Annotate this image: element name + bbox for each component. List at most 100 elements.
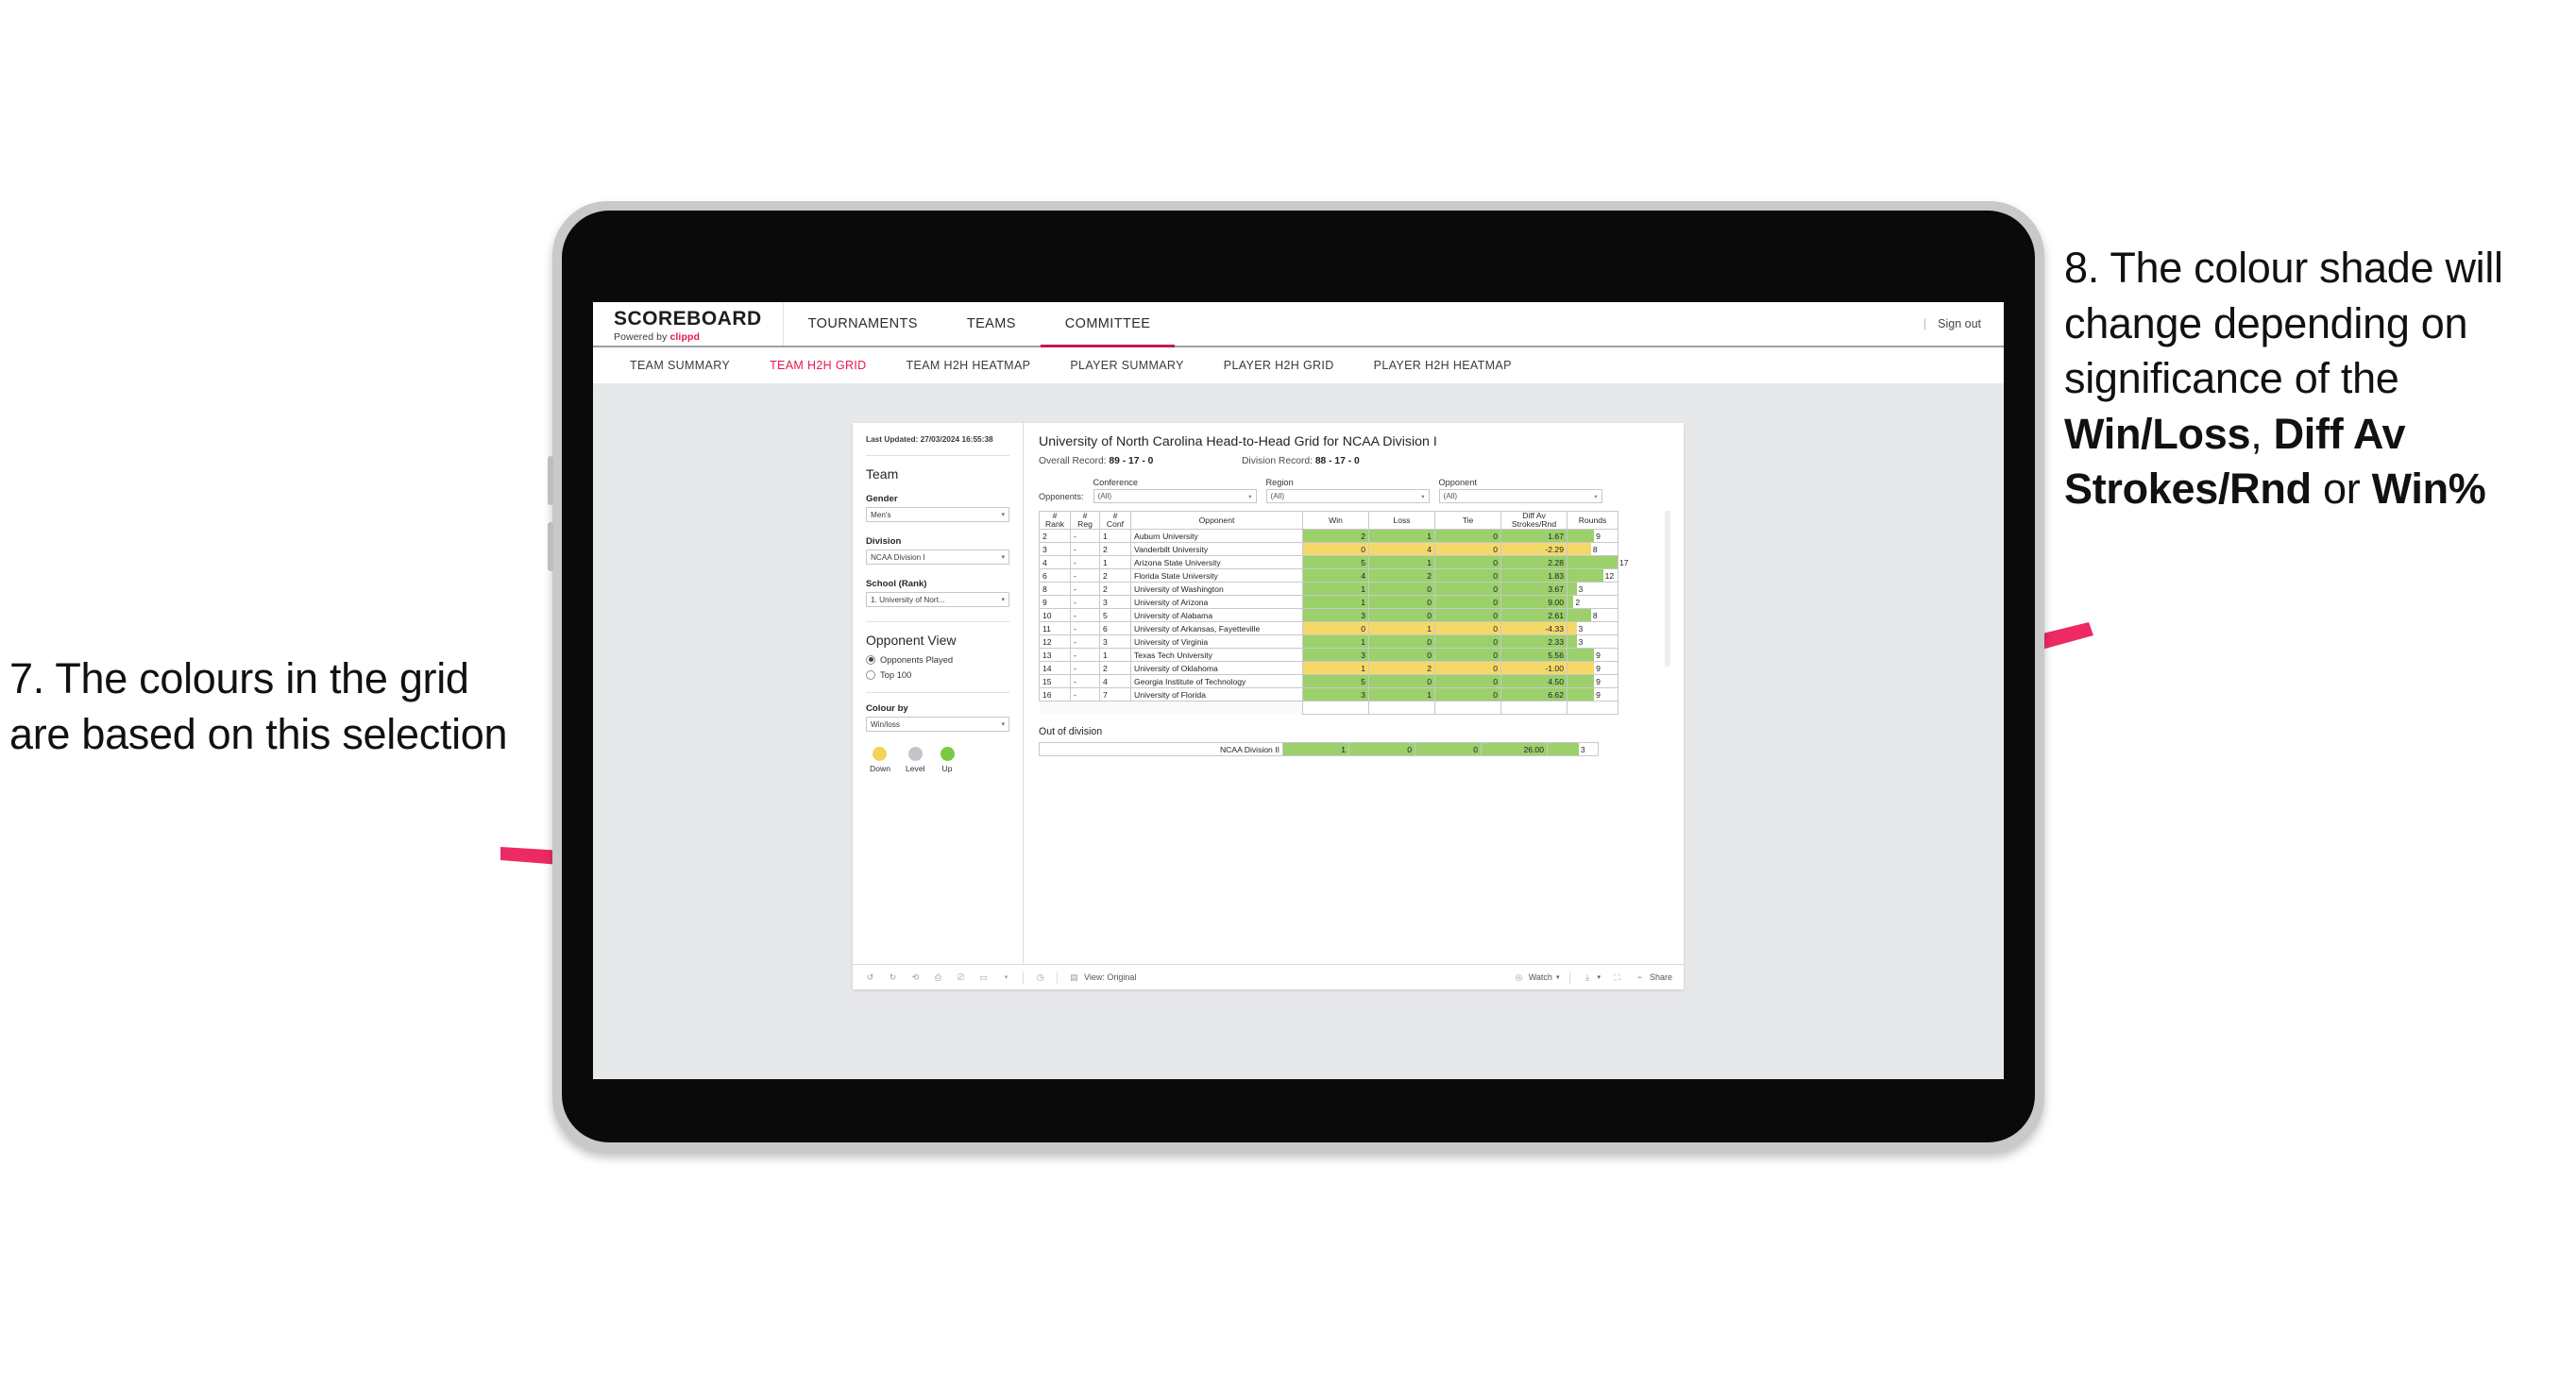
table-row[interactable]: 14-2 University of Oklahoma 1 2 0 -1.00 9 bbox=[1039, 661, 1618, 676]
view-original-button[interactable]: ▤ View: Original bbox=[1068, 972, 1136, 984]
watch-button[interactable]: ◎ Watch ▾ bbox=[1513, 972, 1559, 984]
table-row[interactable]: 9-3 University of Arizona 1 0 0 9.00 2 bbox=[1039, 595, 1618, 610]
download-button[interactable]: ⤓ ▾ bbox=[1581, 972, 1601, 984]
division-value: NCAA Division I bbox=[871, 552, 925, 562]
table-row[interactable]: 12-3 University of Virginia 1 0 0 2.33 3 bbox=[1039, 634, 1618, 650]
colour-by-select[interactable]: Win/loss ▾ bbox=[866, 717, 1009, 733]
cell-rank: 12 bbox=[1039, 634, 1071, 650]
filter-opponent-value: (All) bbox=[1443, 492, 1458, 500]
subnav-item-player-h2h-grid[interactable]: PLAYER H2H GRID bbox=[1204, 359, 1354, 372]
chevron-down-icon: ▾ bbox=[1001, 721, 1005, 729]
cell-loss: 1 bbox=[1368, 555, 1435, 570]
subnav-item-player-h2h-heatmap[interactable]: PLAYER H2H HEATMAP bbox=[1354, 359, 1532, 372]
cell-win: 0 bbox=[1302, 621, 1369, 636]
divider-2 bbox=[866, 621, 1009, 623]
custom-view-icon[interactable]: ▭ bbox=[977, 972, 990, 984]
table-row[interactable]: 11-6 University of Arkansas, Fayetteville… bbox=[1039, 621, 1618, 636]
brand-title: SCOREBOARD bbox=[614, 307, 762, 330]
subnav-item-team-h2h-grid[interactable]: TEAM H2H GRID bbox=[750, 359, 886, 372]
redo-icon[interactable]: ↻ bbox=[887, 972, 899, 984]
fullscreen-icon[interactable]: ⛶ bbox=[1611, 972, 1623, 984]
cell-win: 1 bbox=[1302, 634, 1369, 650]
cell-diff: -1.00 bbox=[1500, 661, 1568, 676]
subnav-item-player-summary[interactable]: PLAYER SUMMARY bbox=[1050, 359, 1203, 372]
sign-out-link[interactable]: Sign out bbox=[1938, 317, 1981, 330]
brand-logo[interactable]: SCOREBOARD Powered by clippd bbox=[593, 302, 784, 346]
out-of-division-table: NCAA Division II 1 0 0 26.00 3 bbox=[1039, 742, 1599, 757]
last-updated: Last Updated: 27/03/2024 16:55:38 bbox=[866, 434, 1009, 445]
annotation-right-pre: 8. The colour shade will change dependin… bbox=[2064, 244, 2503, 402]
revert-icon[interactable]: ⟲ bbox=[909, 972, 922, 984]
annotation-left-text: 7. The colours in the grid are based on … bbox=[9, 654, 508, 758]
table-row[interactable]: 4-1 Arizona State University 5 1 0 2.28 17 bbox=[1039, 555, 1629, 570]
cell-reg: - bbox=[1070, 648, 1100, 663]
cell-rounds: 3 bbox=[1567, 582, 1618, 597]
filter-opponent-select[interactable]: (All) ▾ bbox=[1438, 489, 1602, 503]
table-row[interactable]: 16-7 University of Florida 3 1 0 6.62 9 bbox=[1039, 687, 1618, 702]
legend-dot-level bbox=[907, 747, 923, 762]
chevron-down-icon: ▾ bbox=[1594, 493, 1598, 500]
cell-reg: - bbox=[1070, 661, 1100, 676]
cell-opponent: University of Oklahoma bbox=[1130, 661, 1303, 676]
cell-tie: 0 bbox=[1434, 648, 1501, 663]
table-row[interactable]: 3-2 Vanderbilt University 0 4 0 -2.29 8 bbox=[1039, 542, 1618, 557]
undo-icon[interactable]: ↺ bbox=[864, 972, 876, 984]
table-scrollbar[interactable] bbox=[1665, 511, 1670, 667]
nav-item-tournaments[interactable]: TOURNAMENTS bbox=[784, 302, 942, 346]
chevron-down-icon: ▾ bbox=[1001, 512, 1005, 519]
table-row[interactable]: 15-4 Georgia Institute of Technology 5 0 0 4.… bbox=[1039, 674, 1618, 689]
cell-diff: 1.83 bbox=[1500, 568, 1568, 583]
history-icon[interactable]: ◷ bbox=[1034, 972, 1046, 984]
ood-rounds-value: 3 bbox=[1580, 744, 1585, 754]
cell-rank: 6 bbox=[1039, 568, 1071, 583]
refresh-icon[interactable]: ⎙ bbox=[932, 972, 944, 984]
table-row[interactable]: 8-2 University of Washington 1 0 0 3.67 3 bbox=[1039, 582, 1618, 597]
filter-conference-value: (All) bbox=[1097, 492, 1112, 500]
filter-region-select[interactable]: (All) ▾ bbox=[1265, 489, 1430, 503]
subnav-item-team-h2h-heatmap[interactable]: TEAM H2H HEATMAP bbox=[887, 359, 1051, 372]
filter-conference-select[interactable]: (All) ▾ bbox=[1093, 489, 1257, 503]
cell-conf: 5 bbox=[1099, 608, 1131, 623]
chevron-down-icon[interactable]: ▾ bbox=[1000, 972, 1012, 984]
filter-region: Region (All) ▾ bbox=[1265, 478, 1430, 503]
cell-conf: 4 bbox=[1099, 674, 1131, 689]
cell-conf: 3 bbox=[1099, 595, 1131, 610]
subnav-item-team-summary[interactable]: TEAM SUMMARY bbox=[610, 359, 750, 372]
cell-conf: 6 bbox=[1099, 621, 1131, 636]
download-icon: ⤓ bbox=[1585, 972, 1589, 982]
table-row[interactable]: 10-5 University of Alabama 3 0 0 2.61 8 bbox=[1039, 608, 1618, 623]
table-row[interactable]: 13-1 Texas Tech University 3 0 0 5.56 9 bbox=[1039, 648, 1618, 663]
cell-reg: - bbox=[1070, 542, 1100, 557]
overall-record: Overall Record: 89 - 17 - 0 bbox=[1039, 456, 1242, 466]
division-label: Division bbox=[866, 536, 902, 548]
radio-opponents-played-label: Opponents Played bbox=[880, 654, 954, 666]
watch-label: Watch bbox=[1528, 972, 1552, 982]
watch-icon: ◎ bbox=[1515, 972, 1523, 982]
ood-rounds: 3 bbox=[1547, 742, 1599, 757]
toolbar-divider-2 bbox=[1057, 971, 1058, 984]
col-conf: # Conf bbox=[1099, 510, 1131, 531]
table-row[interactable]: 2-1 Auburn University 2 1 0 1.67 9 bbox=[1039, 529, 1618, 544]
division-select[interactable]: NCAA Division I ▾ bbox=[866, 549, 1009, 566]
cell-diff: 2.61 bbox=[1500, 608, 1568, 623]
colour-legend: Down Level Up bbox=[866, 747, 1009, 773]
nav-item-committee[interactable]: COMMITTEE bbox=[1040, 302, 1176, 347]
school-select[interactable]: 1. University of Nort... ▾ bbox=[866, 592, 1009, 608]
cell-rank: 4 bbox=[1039, 555, 1071, 570]
viz-title: University of North Carolina Head-to-Hea… bbox=[1039, 434, 1437, 449]
table-body: 2-1 Auburn University 2 1 0 1.67 9 3-2 Vanderbil… bbox=[1039, 529, 1629, 716]
gender-select[interactable]: Men's ▾ bbox=[866, 507, 1009, 523]
cell-diff: 2.28 bbox=[1500, 555, 1568, 570]
cell-tie: 0 bbox=[1434, 595, 1501, 610]
pause-updates-icon[interactable]: ⎚ bbox=[955, 972, 967, 984]
cell-opponent: Georgia Institute of Technology bbox=[1130, 674, 1303, 689]
dashboard-canvas: Last Updated: 27/03/2024 16:55:38 Team G… bbox=[593, 383, 2004, 1079]
share-button[interactable]: ⌁ Share bbox=[1634, 972, 1672, 984]
legend-item-down: Down bbox=[870, 747, 890, 773]
nav-item-teams[interactable]: TEAMS bbox=[942, 302, 1041, 346]
table-row[interactable]: 6-2 Florida State University 4 2 0 1.83 12 bbox=[1039, 568, 1618, 583]
radio-top-100[interactable]: Top 100 bbox=[866, 669, 1009, 680]
school-label: School (Rank) bbox=[866, 579, 927, 590]
radio-opponents-played[interactable]: Opponents Played bbox=[866, 654, 1009, 665]
cell-reg: - bbox=[1070, 595, 1100, 610]
